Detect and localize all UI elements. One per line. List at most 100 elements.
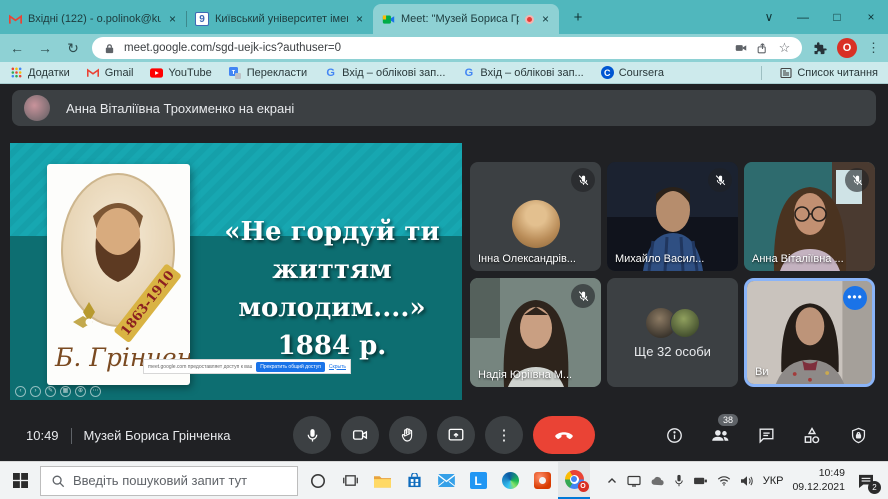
onedrive-icon[interactable]: [650, 475, 665, 486]
tab-close-icon[interactable]: ×: [540, 12, 551, 26]
mic-off-icon: [845, 168, 869, 192]
presenting-banner-text: Анна Віталіївна Трохименко на екрані: [66, 101, 294, 116]
shared-screen-presentation[interactable]: 1863-1910 Б. Грінченко «Не гордуй ти жит…: [10, 143, 462, 400]
chat-icon[interactable]: [754, 424, 778, 448]
microsoft-store-icon[interactable]: [398, 462, 430, 499]
tray-display-icon[interactable]: [627, 475, 641, 487]
prev-slide-icon[interactable]: ‹: [15, 386, 26, 397]
profile-avatar[interactable]: O: [837, 38, 857, 58]
maximize-button[interactable]: □: [820, 0, 854, 34]
tab-meet-active[interactable]: Meet: "Музей Бориса Грінче ×: [373, 4, 559, 34]
mail-icon[interactable]: [430, 462, 462, 499]
youtube-icon: [150, 66, 163, 79]
task-view-icon[interactable]: [334, 462, 366, 499]
minimize-button[interactable]: —: [786, 0, 820, 34]
recording-indicator-icon: [525, 15, 534, 24]
reload-button[interactable]: ↻: [64, 40, 82, 57]
language-indicator[interactable]: УКР: [763, 475, 784, 487]
action-center-icon[interactable]: 2: [854, 469, 878, 493]
bookmark-gmail[interactable]: Gmail: [87, 66, 134, 79]
chrome-taskbar-icon[interactable]: O: [558, 462, 590, 499]
host-controls-icon[interactable]: [846, 424, 870, 448]
reading-list-label: Список читання: [797, 67, 878, 79]
participants-icon[interactable]: 38: [708, 424, 732, 448]
bookmark-coursera[interactable]: C Coursera: [601, 66, 664, 79]
tray-time: 10:49: [792, 467, 845, 480]
all-slides-icon[interactable]: ▦: [60, 386, 71, 397]
tray-device-icon[interactable]: [693, 475, 708, 486]
reading-list-button[interactable]: Список читання: [779, 66, 878, 79]
office-icon[interactable]: [526, 462, 558, 499]
system-tray: УКР 10:49 09.12.2021 2: [606, 467, 884, 493]
l-app-icon[interactable]: L: [462, 462, 494, 499]
meet-right-controls: 38: [662, 410, 870, 461]
back-button[interactable]: ←: [8, 40, 26, 56]
bookmark-star-icon[interactable]: ☆: [777, 41, 792, 56]
edge-icon[interactable]: [494, 462, 526, 499]
self-tile-options-icon[interactable]: •••: [843, 286, 867, 310]
participant-tile-mykhailo[interactable]: Михайло Васил...: [607, 162, 738, 271]
more-options-icon[interactable]: ⋯: [90, 386, 101, 397]
next-slide-icon[interactable]: ›: [30, 386, 41, 397]
camera-button[interactable]: [341, 416, 379, 454]
bookmark-label: Gmail: [105, 67, 134, 79]
raise-hand-button[interactable]: [389, 416, 427, 454]
volume-icon[interactable]: [740, 475, 754, 487]
new-tab-button[interactable]: +: [565, 4, 591, 30]
cortana-icon[interactable]: [302, 462, 334, 499]
present-screen-button[interactable]: [437, 416, 475, 454]
bookmark-login-2[interactable]: G Вхід – облікові зап...: [462, 66, 583, 79]
tab-search-icon[interactable]: ∨: [752, 0, 786, 34]
tab-close-icon[interactable]: ×: [167, 12, 178, 26]
bookmark-youtube[interactable]: YouTube: [150, 66, 211, 79]
google-g-icon: G: [462, 66, 475, 79]
self-label: Ви: [755, 366, 768, 378]
camera-in-use-icon[interactable]: [733, 41, 748, 56]
bookmark-login-1[interactable]: G Вхід – облікові зап...: [324, 66, 445, 79]
bookmark-translate[interactable]: т Перекласти: [229, 66, 307, 79]
start-button[interactable]: [4, 462, 36, 499]
tab-title: Вхідні (122) - o.polinok@kubg.ed: [28, 13, 161, 25]
forward-button[interactable]: →: [36, 40, 54, 56]
mic-button[interactable]: [293, 416, 331, 454]
call-controls: ⋮: [293, 416, 595, 454]
screen-share-notification: meet.google.com предоставляет доступ к в…: [143, 359, 351, 374]
hide-share-bar-link[interactable]: Скрыть: [329, 364, 346, 370]
search-icon: [51, 474, 65, 488]
pen-icon[interactable]: ✎: [45, 386, 56, 397]
activities-icon[interactable]: [800, 424, 824, 448]
stop-sharing-button[interactable]: Прекратить общий доступ: [256, 362, 325, 372]
wifi-icon[interactable]: [717, 475, 731, 486]
browser-menu-icon[interactable]: ⋮: [867, 40, 880, 56]
meet-control-bar: 10:49 Музей Бориса Грінченка ⋮: [0, 410, 888, 461]
mic-off-icon: [571, 284, 595, 308]
extensions-icon[interactable]: [812, 41, 827, 56]
bookmarks-divider: [761, 66, 762, 80]
more-options-button[interactable]: ⋮: [485, 416, 523, 454]
divider: [71, 428, 72, 444]
url-text[interactable]: meet.google.com/sgd-uejk-ics?authuser=0: [124, 42, 726, 54]
taskbar-clock[interactable]: 10:49 09.12.2021: [792, 467, 845, 493]
bookmark-apps[interactable]: Додатки: [10, 66, 70, 79]
address-bar[interactable]: meet.google.com/sgd-uejk-ics?authuser=0 …: [92, 37, 802, 59]
self-view-tile[interactable]: ••• Ви: [744, 278, 875, 387]
end-call-button[interactable]: [533, 416, 595, 454]
share-icon[interactable]: [755, 41, 770, 56]
taskbar-search-input[interactable]: Введіть пошуковий запит тут: [40, 466, 298, 496]
participant-tile-nadiia[interactable]: Надія Юріївна М...: [470, 278, 601, 387]
lock-icon[interactable]: [102, 41, 117, 56]
tray-expand-icon[interactable]: [606, 475, 618, 487]
tab-close-icon[interactable]: ×: [354, 12, 365, 26]
meeting-details-icon[interactable]: [662, 424, 686, 448]
file-explorer-icon[interactable]: [366, 462, 398, 499]
participant-tile-anna[interactable]: Анна Віталіївна ...: [744, 162, 875, 271]
more-participants-tile[interactable]: Ще 32 особи: [607, 278, 738, 387]
tab-strip: Вхідні (122) - o.polinok@kubg.ed × 9 Киї…: [0, 0, 888, 34]
zoom-icon[interactable]: ⊕: [75, 386, 86, 397]
tray-mic-icon[interactable]: [674, 474, 684, 487]
close-button[interactable]: ×: [854, 0, 888, 34]
tab-gmail[interactable]: Вхідні (122) - o.polinok@kubg.ed ×: [0, 4, 186, 34]
bookmark-label: YouTube: [168, 67, 211, 79]
tab-university[interactable]: 9 Київський університет імені Бор ×: [187, 4, 373, 34]
participant-tile-inna[interactable]: Інна Олександрів...: [470, 162, 601, 271]
